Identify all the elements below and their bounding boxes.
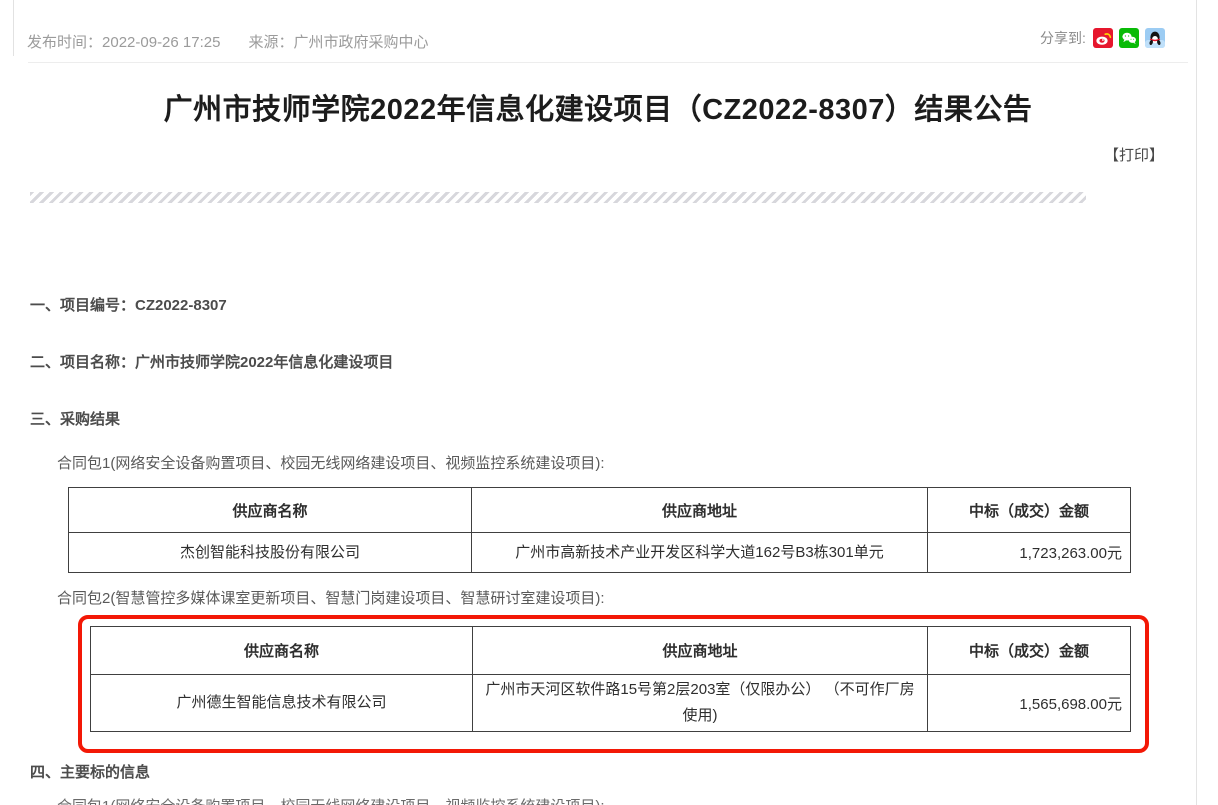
package2-label: 合同包2(智慧管控多媒体课室更新项目、智慧门岗建设项目、智慧研讨室建设项目):	[57, 587, 605, 608]
supplier-address-cell: 广州市高新技术产业开发区科学大道162号B3栋301单元	[472, 533, 928, 573]
publish-time-label: 发布时间：	[27, 34, 102, 51]
supplier-name-cell: 杰创智能科技股份有限公司	[69, 533, 472, 573]
section-project-name: 二、项目名称：广州市技师学院2022年信息化建设项目	[30, 351, 393, 372]
award-amount-cell: 1,723,263.00元	[928, 533, 1131, 573]
print-button[interactable]: 【打印】	[1104, 144, 1164, 165]
source-value: 广州市政府采购中心	[293, 34, 428, 51]
share-bar: 分享到:	[1040, 28, 1171, 48]
supplier-name-cell: 广州德生智能信息技术有限公司	[91, 675, 473, 732]
package2-result-table: 供应商名称 供应商地址 中标（成交）金额 广州德生智能信息技术有限公司 广州市天…	[90, 626, 1131, 732]
weibo-share-icon[interactable]	[1093, 28, 1113, 48]
col-header-award-amount: 中标（成交）金额	[928, 488, 1131, 533]
left-edge-tick	[13, 0, 14, 56]
hatched-divider	[30, 192, 1086, 203]
publish-time: 发布时间：2022-09-26 17:25	[27, 34, 220, 51]
col-header-supplier-name: 供应商名称	[91, 627, 473, 675]
section-main-subject-info: 四、主要标的信息	[30, 761, 150, 782]
partial-bottom-line: 合同包1(网络安全设备购置项目、校园无线网络建设项目、视频监控系统建设项目):	[57, 795, 605, 805]
table-row: 杰创智能科技股份有限公司 广州市高新技术产业开发区科学大道162号B3栋301单…	[69, 533, 1131, 573]
section-project-number: 一、项目编号：CZ2022-8307	[30, 294, 227, 315]
section-procurement-result: 三、采购结果	[30, 408, 120, 429]
source: 来源：广州市政府采购中心	[248, 34, 428, 51]
table-header-row: 供应商名称 供应商地址 中标（成交）金额	[69, 488, 1131, 533]
table-row: 广州德生智能信息技术有限公司 广州市天河区软件路15号第2层203室（仅限办公）…	[91, 675, 1131, 732]
package1-label: 合同包1(网络安全设备购置项目、校园无线网络建设项目、视频监控系统建设项目):	[57, 452, 605, 473]
wechat-share-icon[interactable]	[1119, 28, 1139, 48]
page-right-border	[1196, 0, 1197, 805]
header-divider	[28, 62, 1188, 63]
share-label: 分享到:	[1040, 28, 1086, 48]
meta-row: 发布时间：2022-09-26 17:25 来源：广州市政府采购中心	[27, 31, 456, 52]
col-header-supplier-address: 供应商地址	[472, 488, 928, 533]
publish-time-value: 2022-09-26 17:25	[102, 34, 220, 51]
supplier-address-cell: 广州市天河区软件路15号第2层203室（仅限办公） （不可作厂房使用)	[473, 675, 928, 732]
col-header-award-amount: 中标（成交）金额	[928, 627, 1131, 675]
announcement-page: 发布时间：2022-09-26 17:25 来源：广州市政府采购中心 分享到:	[0, 0, 1218, 805]
page-title: 广州市技师学院2022年信息化建设项目（CZ2022-8307）结果公告	[0, 86, 1196, 128]
source-label: 来源：	[248, 34, 293, 51]
col-header-supplier-address: 供应商地址	[473, 627, 928, 675]
award-amount-cell: 1,565,698.00元	[928, 675, 1131, 732]
col-header-supplier-name: 供应商名称	[69, 488, 472, 533]
qq-share-icon[interactable]	[1145, 28, 1165, 48]
package1-result-table: 供应商名称 供应商地址 中标（成交）金额 杰创智能科技股份有限公司 广州市高新技…	[68, 487, 1131, 573]
table-header-row: 供应商名称 供应商地址 中标（成交）金额	[91, 627, 1131, 675]
